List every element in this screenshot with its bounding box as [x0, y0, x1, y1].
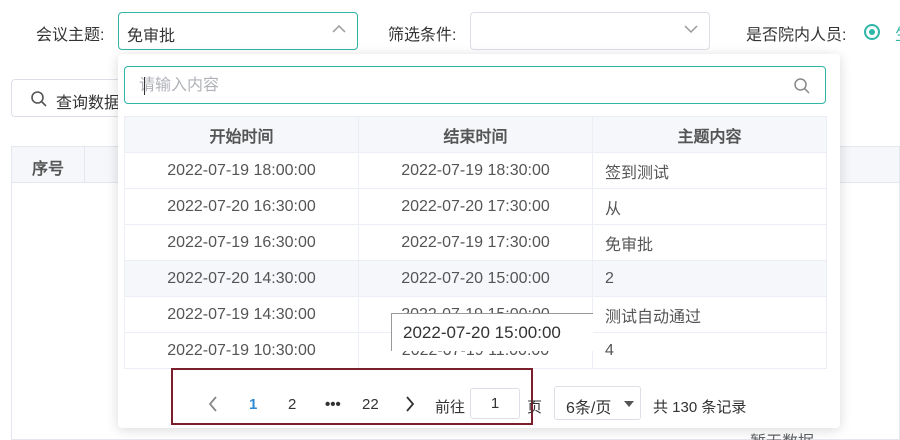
- cell-tooltip: 2022-07-20 15:00:00: [391, 313, 593, 351]
- topic-content-header: 主题内容: [592, 116, 827, 153]
- in-hospital-option-label: 生: [895, 21, 900, 45]
- search-icon[interactable]: [793, 77, 811, 95]
- table-row[interactable]: 2022-07-20 14:30:00 2022-07-20 15:00:00 …: [124, 260, 827, 297]
- seq-column-header: 序号: [32, 161, 65, 178]
- start-time-cell: 2022-07-20 16:30:00: [124, 188, 359, 225]
- page-2[interactable]: 2: [288, 396, 296, 413]
- end-time-cell: 2022-07-19 17:30:00: [358, 224, 593, 261]
- end-time-header: 结束时间: [358, 116, 593, 153]
- chevron-down-icon: [684, 25, 698, 34]
- start-time-cell: 2022-07-19 10:30:00: [124, 332, 359, 369]
- table-row[interactable]: 2022-07-20 16:30:00 2022-07-20 17:30:00 …: [124, 188, 827, 225]
- empty-text: 暂无数据: [750, 428, 814, 440]
- caret-down-icon: [624, 401, 634, 407]
- topic-cell: 测试自动通过: [592, 296, 827, 333]
- page-22[interactable]: 22: [362, 396, 379, 413]
- topic-select-value: 免审批: [127, 28, 176, 45]
- goto-page-input[interactable]: 1: [470, 388, 520, 419]
- options-table-header: 开始时间 结束时间 主题内容: [124, 116, 827, 153]
- end-time-cell: 2022-07-19 18:30:00: [358, 152, 593, 189]
- chevron-up-icon: [332, 24, 346, 33]
- start-time-cell: 2022-07-20 14:30:00: [124, 260, 359, 297]
- dropdown-search-box[interactable]: [124, 66, 826, 104]
- table-row[interactable]: 2022-07-19 16:30:00 2022-07-19 17:30:00 …: [124, 224, 827, 261]
- query-data-label: 查询数据: [56, 95, 121, 112]
- topic-cell: 从: [592, 188, 827, 225]
- condition-select[interactable]: [470, 12, 710, 50]
- page-size-value: 6条/页: [566, 400, 612, 417]
- topic-cell: 2: [592, 260, 827, 297]
- search-icon: [31, 91, 47, 107]
- page-1[interactable]: 1: [249, 396, 257, 413]
- goto-prefix: 前往: [435, 399, 466, 416]
- condition-label: 筛选条件:: [388, 27, 457, 44]
- topic-cell: 免审批: [592, 224, 827, 261]
- start-time-cell: 2022-07-19 18:00:00: [124, 152, 359, 189]
- topic-select[interactable]: 免审批: [118, 12, 358, 50]
- end-time-cell: 2022-07-20 17:30:00: [358, 188, 593, 225]
- total-records: 共 130 条记录: [653, 399, 747, 416]
- topic-cell: 签到测试: [592, 152, 827, 189]
- in-hospital-label: 是否院内人员:: [746, 27, 847, 44]
- page-ellipsis[interactable]: •••: [325, 396, 341, 413]
- prev-page-icon[interactable]: [206, 395, 220, 413]
- end-time-cell: 2022-07-20 15:00:00: [358, 260, 593, 297]
- start-time-header: 开始时间: [124, 116, 359, 153]
- page-size-select[interactable]: 6条/页: [554, 386, 641, 420]
- in-hospital-radio-yes[interactable]: [864, 24, 880, 40]
- table-row[interactable]: 2022-07-19 18:00:00 2022-07-19 18:30:00 …: [124, 152, 827, 189]
- start-time-cell: 2022-07-19 16:30:00: [124, 224, 359, 261]
- start-time-cell: 2022-07-19 14:30:00: [124, 296, 359, 333]
- next-page-icon[interactable]: [403, 395, 417, 413]
- topic-label: 会议主题:: [36, 27, 105, 44]
- dropdown-search-input[interactable]: [139, 74, 779, 98]
- topic-cell: 4: [592, 332, 827, 369]
- goto-suffix: 页: [527, 399, 543, 416]
